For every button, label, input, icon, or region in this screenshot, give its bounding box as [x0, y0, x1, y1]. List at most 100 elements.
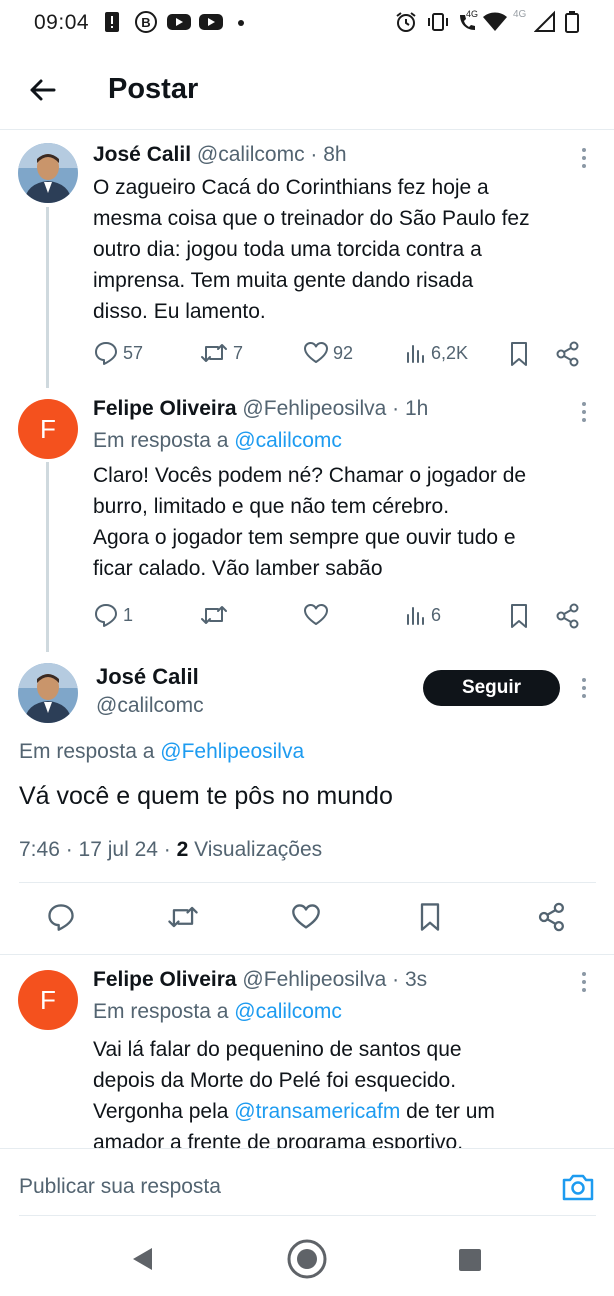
more-options-icon[interactable]: [574, 676, 594, 700]
author-handle-time: @Fehlipeosilva · 3s: [242, 968, 428, 991]
status-time: 09:04: [34, 11, 90, 34]
thread-line-2: [46, 462, 49, 652]
composer-divider: [19, 1215, 596, 1216]
share-icon[interactable]: [555, 602, 581, 630]
tweet-1-header: José Calil @calilcomc · 8h: [93, 143, 347, 167]
reply-count: 1: [123, 604, 134, 625]
avatar-letter: F: [40, 984, 56, 1015]
main-author-name[interactable]: José Calil: [96, 664, 199, 690]
replying-to-link[interactable]: @calilcomc: [234, 1000, 342, 1023]
page-title: Postar: [108, 73, 199, 105]
bookmark-icon[interactable]: [416, 901, 444, 933]
tweet-line: Vergonha pela @transamericafm de ter um: [93, 1096, 593, 1127]
tweet-line: imprensa. Tem muita gente dando risada: [93, 269, 474, 292]
like-count: 92: [333, 342, 354, 363]
replying-to-prefix: Em resposta a: [93, 1000, 229, 1023]
reply-button[interactable]: 57: [93, 340, 143, 366]
top-app-bar: Postar: [0, 58, 614, 124]
reply-icon[interactable]: [46, 902, 76, 932]
views-button[interactable]: 6,2K: [405, 340, 468, 366]
author-handle-time: @calilcomc · 8h: [196, 143, 347, 166]
youtube-icon-2: [199, 14, 223, 30]
tweet-line: ficar calado. Vão lamber sabão: [93, 557, 383, 580]
mention-link[interactable]: @transamericafm: [234, 1100, 400, 1123]
follow-button[interactable]: Seguir: [423, 670, 560, 706]
tweet-line: disso. Eu lamento.: [93, 300, 266, 323]
views-count[interactable]: 2: [177, 838, 189, 861]
heart-icon[interactable]: [291, 902, 321, 932]
share-icon[interactable]: [555, 340, 581, 368]
tweet-line: mesma coisa que o treinador do São Paulo…: [93, 207, 530, 230]
reply-input[interactable]: Publicar sua resposta: [19, 1175, 221, 1199]
like-button[interactable]: 92: [303, 340, 353, 366]
tweet-3-header: Felipe Oliveira @Fehlipeosilva · 3s: [93, 968, 427, 992]
status-bar: 09:04 B 4G 4G: [0, 0, 614, 46]
more-options-icon[interactable]: [574, 970, 594, 994]
avatar-letter: F: [40, 413, 56, 444]
more-options-icon[interactable]: [574, 146, 594, 170]
tweet-2-text: Claro! Vocês podem né? Chamar o jogador …: [93, 460, 593, 584]
header-divider: [0, 129, 614, 130]
avatar-felipe-oliveira[interactable]: F: [18, 970, 78, 1030]
tweet-line: depois da Morte do Pelé foi esquecido.: [93, 1069, 457, 1092]
views-icon: [407, 345, 424, 363]
back-arrow-icon[interactable]: [26, 74, 58, 106]
reply-icon: [95, 342, 117, 365]
avatar-jose-calil-main[interactable]: [18, 663, 78, 723]
tweet-2-header: Felipe Oliveira @Fehlipeosilva · 1h: [93, 397, 428, 421]
b-app-icon: B: [135, 11, 157, 33]
avatar-felipe-oliveira[interactable]: F: [18, 399, 78, 459]
reply-button[interactable]: 1: [93, 602, 133, 628]
author-handle-time: @Fehlipeosilva · 1h: [242, 397, 429, 420]
author-name[interactable]: Felipe Oliveira: [93, 968, 237, 991]
replying-to-link[interactable]: @calilcomc: [234, 429, 342, 452]
bookmark-icon[interactable]: [507, 340, 531, 368]
reply-count: 57: [123, 342, 144, 363]
thread-line-1: [46, 207, 49, 388]
views-count: 6,2K: [431, 342, 469, 363]
replying-to-link[interactable]: @Fehlipeosilva: [160, 740, 304, 763]
like-button[interactable]: [303, 602, 329, 628]
retweet-count: 7: [233, 342, 244, 363]
tweet-line: Vai lá falar do pequenino de santos que: [93, 1038, 462, 1061]
replying-to: Em resposta a @calilcomc: [93, 1000, 342, 1024]
tweet-line: Claro! Vocês podem né? Chamar o jogador …: [93, 464, 527, 487]
nav-back-icon[interactable]: [130, 1246, 154, 1272]
tweet-line: outro dia: jogou toda uma torcida contra…: [93, 238, 482, 261]
reply-icon: [95, 604, 117, 627]
tweet-meta: 7:46 · 17 jul 24 · 2 Visualizações: [19, 838, 322, 862]
battery-icon: [565, 11, 579, 33]
tweet-3-text: Vai lá falar do pequenino de santos que …: [93, 1034, 593, 1148]
bookmark-icon[interactable]: [507, 602, 531, 630]
main-author-handle[interactable]: @calilcomc: [96, 694, 204, 718]
author-name[interactable]: Felipe Oliveira: [93, 397, 237, 420]
signal-icon: [534, 10, 555, 32]
tweet-text-span: de ter um: [400, 1100, 495, 1123]
wifi-icon: [483, 12, 507, 31]
avatar-jose-calil[interactable]: [18, 143, 78, 203]
author-name[interactable]: José Calil: [93, 143, 191, 166]
nav-recents-icon[interactable]: [458, 1248, 482, 1272]
views-button[interactable]: 6: [405, 602, 441, 628]
nav-home-icon[interactable]: [286, 1238, 328, 1280]
share-icon[interactable]: [537, 901, 567, 933]
main-tweet-actions: [0, 898, 614, 938]
retweet-icon[interactable]: [166, 902, 200, 932]
retweet-button[interactable]: [199, 602, 229, 628]
main-tweet-text: Vá você e quem te pôs no mundo: [19, 782, 393, 810]
signal-label-1: 4G: [466, 9, 479, 19]
retweet-icon: [201, 344, 227, 362]
tweet-1-text: O zagueiro Cacá do Corinthians fez hoje …: [93, 172, 593, 327]
replying-to-prefix: Em resposta a: [19, 740, 155, 763]
views-label: Visualizações: [188, 838, 323, 861]
tweet-1-actions: 57 7 92 6,2K: [93, 340, 593, 370]
camera-icon[interactable]: [560, 1171, 596, 1203]
main-replying-to: Em resposta a @Fehlipeosilva: [19, 740, 304, 764]
replying-to-prefix: Em resposta a: [93, 429, 229, 452]
actions-divider: [0, 954, 614, 955]
retweet-button[interactable]: 7: [199, 340, 243, 366]
meta-divider: [19, 882, 596, 883]
tweet-line: O zagueiro Cacá do Corinthians fez hoje …: [93, 176, 489, 199]
more-options-icon[interactable]: [574, 400, 594, 424]
vibrate-icon: [428, 13, 448, 31]
